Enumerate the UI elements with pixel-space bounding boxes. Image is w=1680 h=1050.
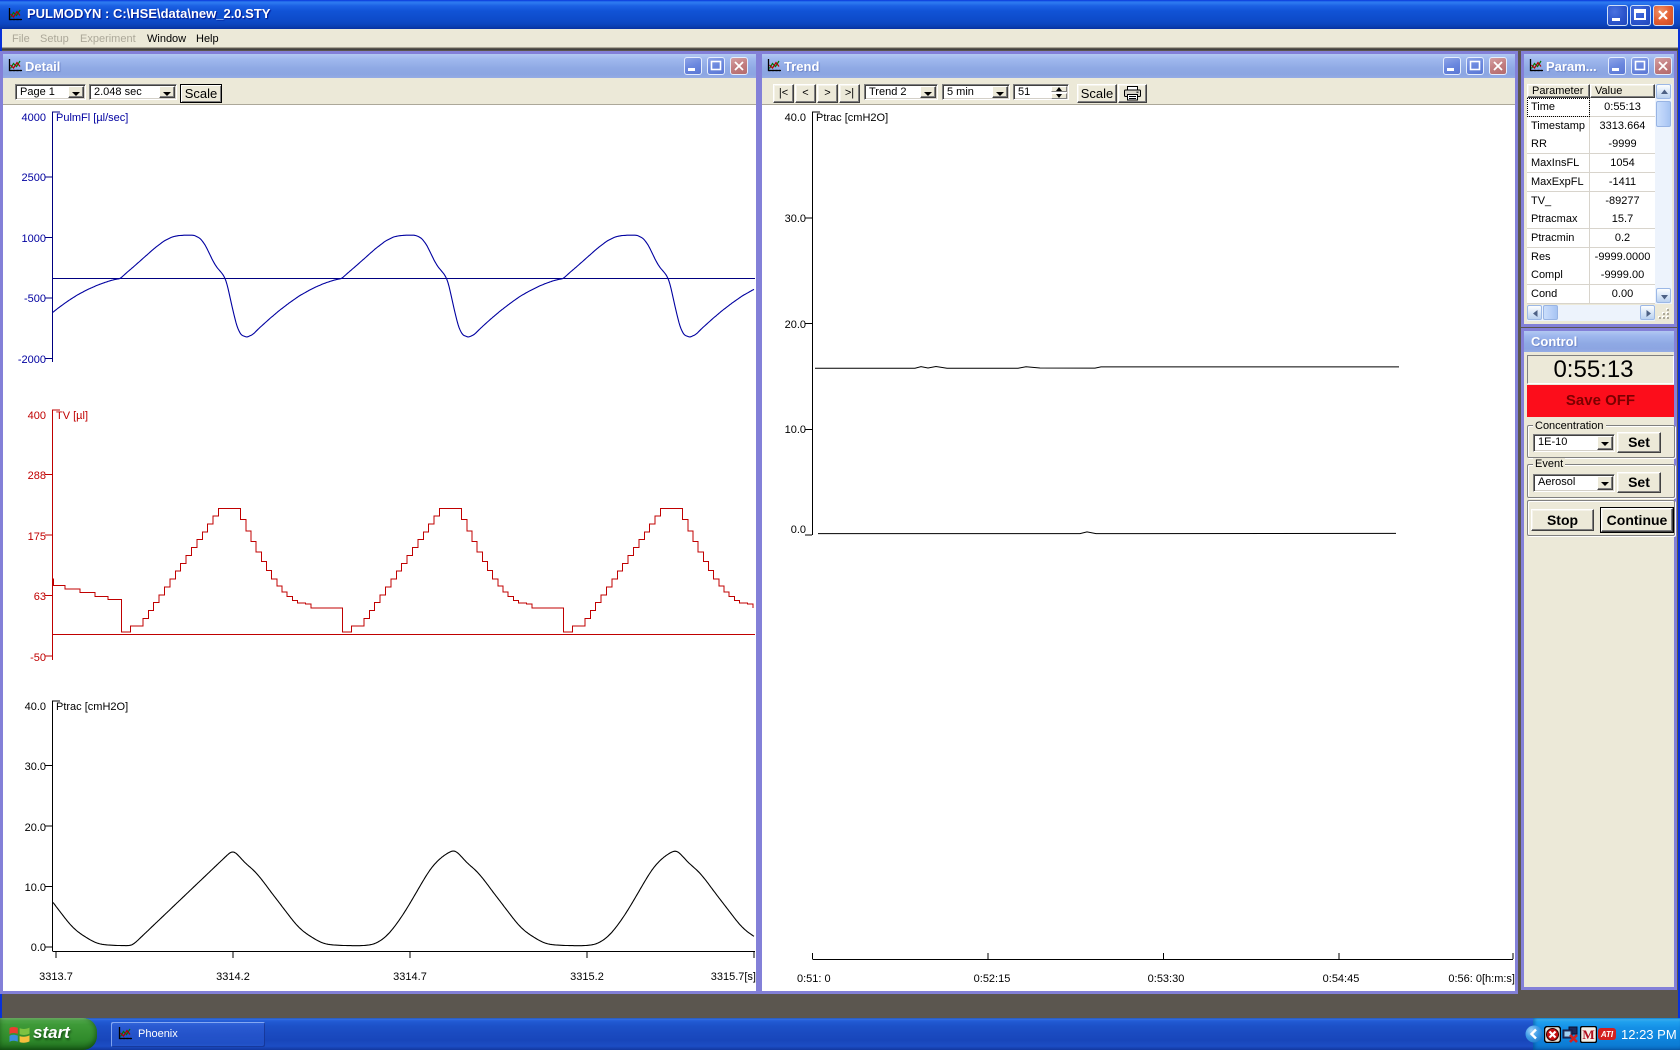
svg-text:0:52:15: 0:52:15 [974,973,1011,985]
svg-text:0:54:45: 0:54:45 [1323,973,1360,985]
svg-text:30.0: 30.0 [785,213,806,225]
svg-text:Ptrac [cmH2O]: Ptrac [cmH2O] [816,112,888,124]
svg-text:40.0: 40.0 [25,701,46,713]
svg-text:-500: -500 [24,293,46,305]
svg-text:3314.7: 3314.7 [393,971,427,983]
svg-text:30.0: 30.0 [25,761,46,773]
svg-text:175: 175 [28,531,46,543]
svg-text:0:56: 0[h:m:s]: 0:56: 0[h:m:s] [1448,973,1515,985]
svg-text:10.0: 10.0 [785,424,806,436]
svg-text:400: 400 [28,410,46,422]
svg-text:0:51: 0: 0:51: 0 [797,973,831,985]
svg-text:63: 63 [34,591,46,603]
svg-text:TV [µl]: TV [µl] [56,410,88,422]
svg-text:0:53:30: 0:53:30 [1148,973,1185,985]
svg-text:40.0: 40.0 [785,112,806,124]
svg-text:2500: 2500 [22,172,46,184]
svg-text:20.0: 20.0 [785,319,806,331]
svg-text:Ptrac [cmH2O]: Ptrac [cmH2O] [56,701,128,713]
svg-text:10.0: 10.0 [25,882,46,894]
svg-text:288: 288 [28,470,46,482]
svg-text:-2000: -2000 [18,354,46,366]
svg-text:3314.2: 3314.2 [216,971,250,983]
svg-text:PulmFl [µl/sec]: PulmFl [µl/sec] [56,112,128,124]
svg-text:3313.7: 3313.7 [39,971,73,983]
svg-text:0.0: 0.0 [791,524,806,536]
svg-text:1000: 1000 [22,233,46,245]
svg-text:3315.2: 3315.2 [570,971,604,983]
svg-text:20.0: 20.0 [25,822,46,834]
svg-text:ATI: ATI [1600,1030,1614,1039]
svg-text:-50: -50 [30,652,46,664]
svg-text:3315.7[s]: 3315.7[s] [711,971,756,983]
svg-text:M: M [1582,1027,1594,1042]
svg-text:0.0: 0.0 [31,942,46,954]
svg-text:4000: 4000 [22,112,46,124]
